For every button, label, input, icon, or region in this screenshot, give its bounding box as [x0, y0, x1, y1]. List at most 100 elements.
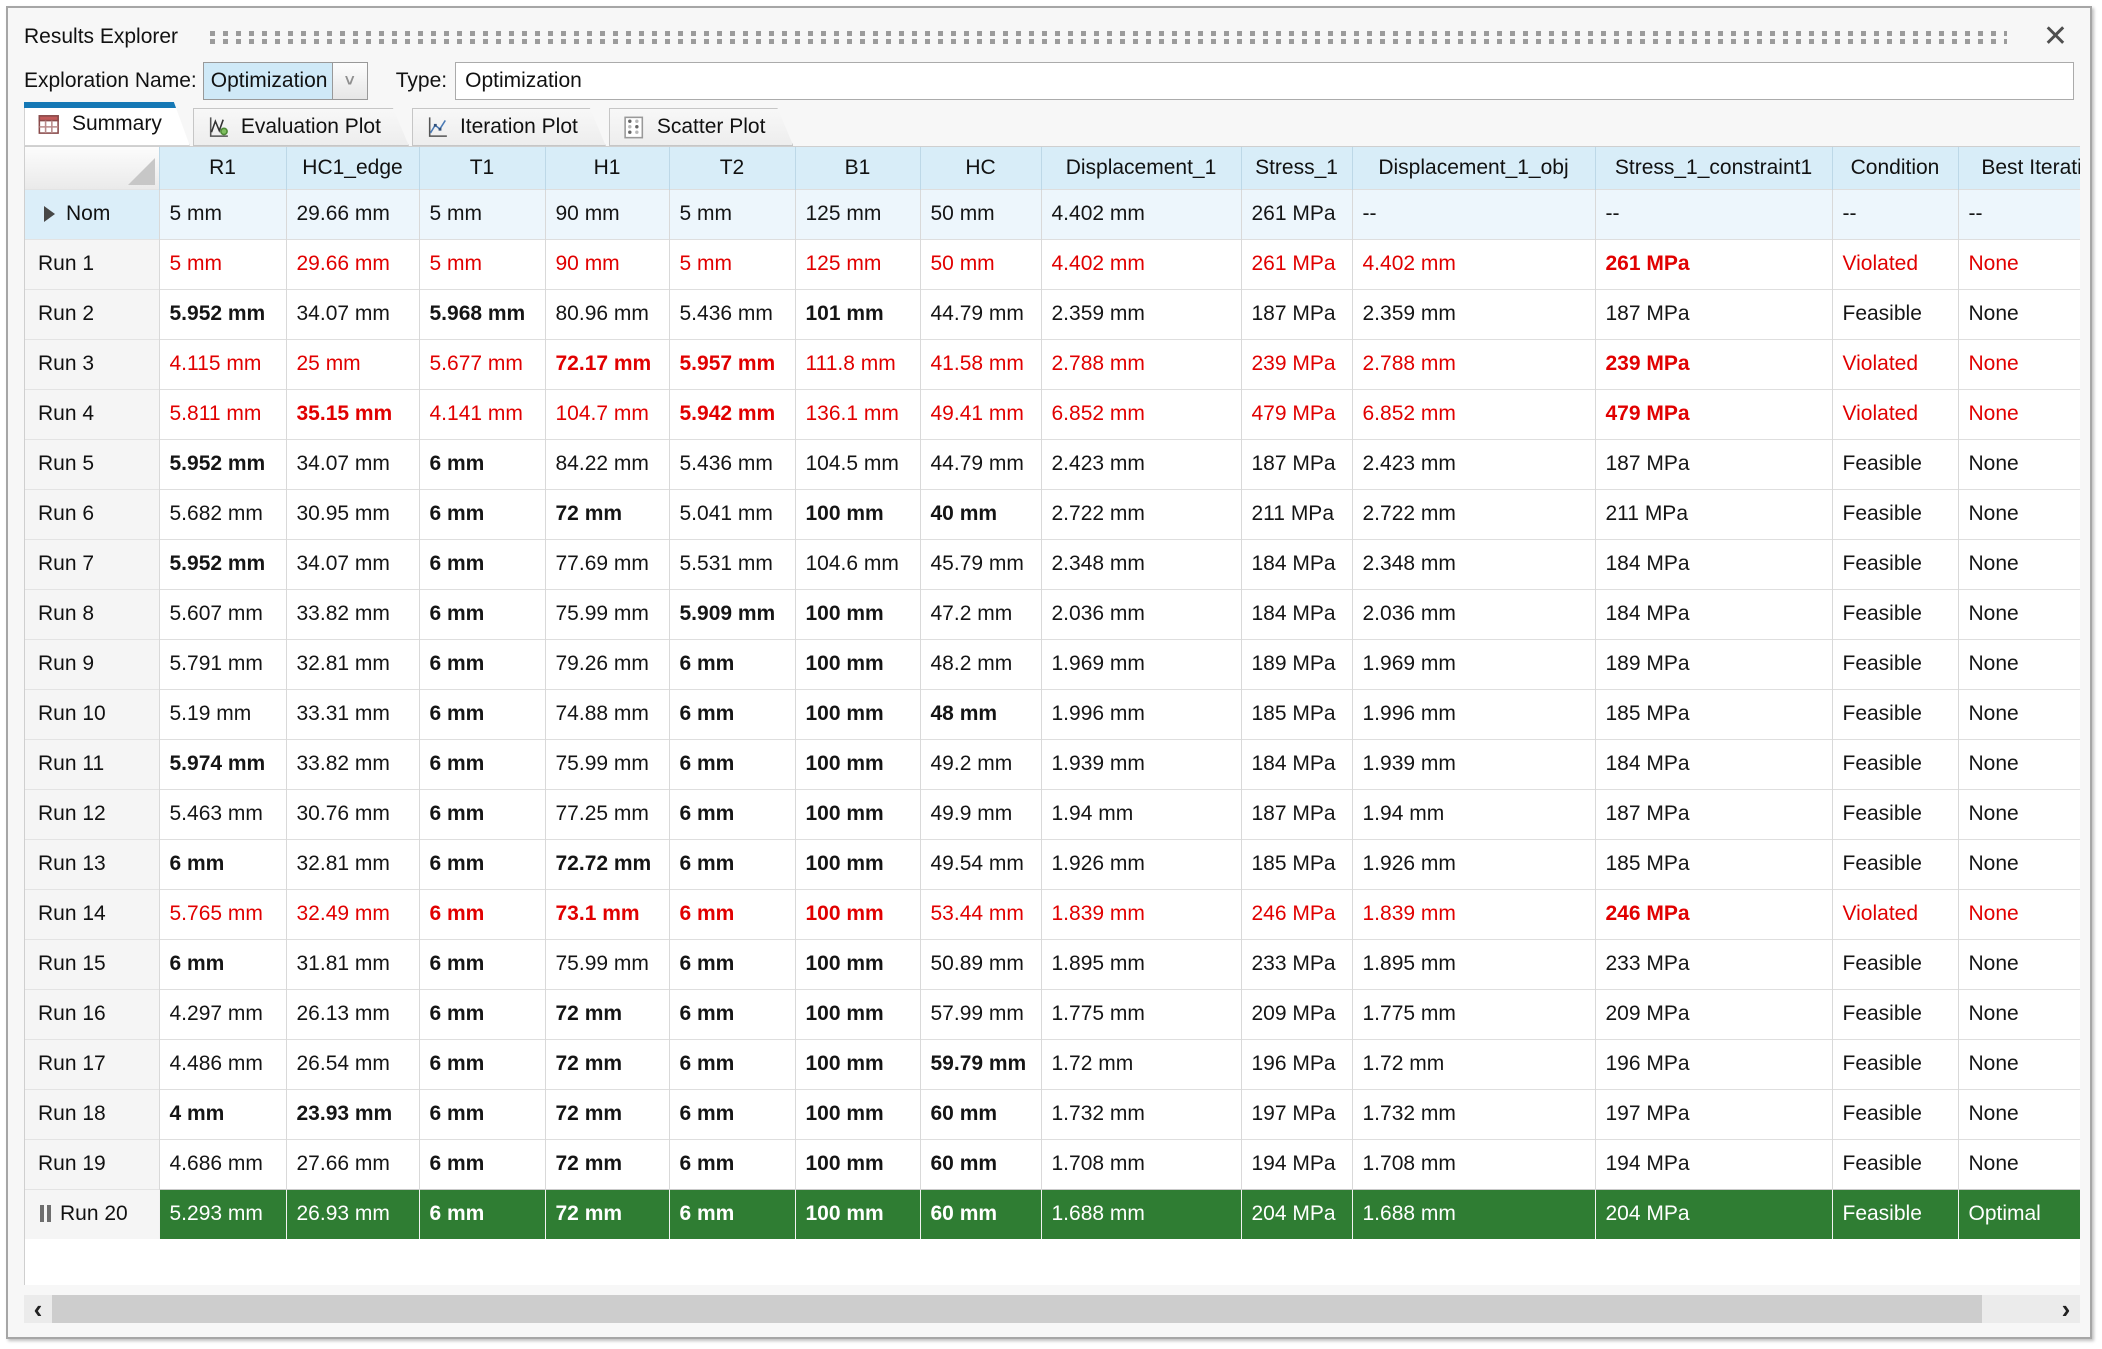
row-label[interactable]: Run 2: [25, 288, 159, 339]
table-cell[interactable]: 72 mm: [544, 988, 669, 1039]
table-cell[interactable]: 5.791 mm: [158, 638, 286, 689]
table-cell[interactable]: 5 mm: [668, 188, 795, 239]
table-cell[interactable]: --: [1831, 188, 1958, 239]
table-cell[interactable]: 75.99 mm: [544, 738, 669, 789]
table-cell[interactable]: 5.952 mm: [158, 538, 286, 589]
table-cell[interactable]: 196 MPa: [1594, 1038, 1832, 1089]
table-cell[interactable]: 261 MPa: [1240, 238, 1352, 289]
table-cell[interactable]: 33.82 mm: [285, 588, 419, 639]
table-cell[interactable]: None: [1957, 288, 2080, 339]
table-cell[interactable]: 26.93 mm: [285, 1188, 419, 1239]
table-cell[interactable]: 29.66 mm: [285, 188, 419, 239]
table-cell[interactable]: 111.8 mm: [794, 338, 920, 389]
row-label[interactable]: Run 14: [25, 888, 159, 939]
table-cell[interactable]: 5 mm: [158, 238, 286, 289]
table-cell[interactable]: 2.348 mm: [1351, 538, 1595, 589]
table-cell[interactable]: None: [1957, 338, 2080, 389]
table-cell[interactable]: 194 MPa: [1594, 1138, 1832, 1189]
table-cell[interactable]: 1.895 mm: [1351, 938, 1595, 989]
table-cell[interactable]: 100 mm: [794, 1188, 920, 1239]
table-cell[interactable]: 30.76 mm: [285, 788, 419, 839]
table-cell[interactable]: 5.463 mm: [158, 788, 286, 839]
table-cell[interactable]: 77.69 mm: [544, 538, 669, 589]
table-cell[interactable]: 5.041 mm: [668, 488, 795, 539]
table-cell[interactable]: 6 mm: [418, 438, 545, 489]
table-cell[interactable]: 6.852 mm: [1040, 388, 1241, 439]
table-cell[interactable]: 1.72 mm: [1351, 1038, 1595, 1089]
table-cell[interactable]: 1.926 mm: [1351, 838, 1595, 889]
tab-scatter-plot[interactable]: Scatter Plot: [609, 108, 794, 146]
row-label[interactable]: Run 20: [25, 1188, 159, 1239]
table-cell[interactable]: 4.141 mm: [418, 388, 545, 439]
table-cell[interactable]: 209 MPa: [1240, 988, 1352, 1039]
table-row-run-17[interactable]: Run 17 4.486 mm 26.54 mm 6 mm 72 mm 6 mm 100 m…: [25, 1038, 2080, 1089]
table-cell[interactable]: 48 mm: [919, 688, 1041, 739]
table-cell[interactable]: 5.811 mm: [158, 388, 286, 439]
table-cell[interactable]: Feasible: [1831, 838, 1958, 889]
table-cell[interactable]: Feasible: [1831, 738, 1958, 789]
table-row-run-14[interactable]: Run 14 5.765 mm 32.49 mm 6 mm 73.1 mm 6 mm 100…: [25, 888, 2080, 939]
table-cell[interactable]: 6 mm: [418, 838, 545, 889]
table-cell[interactable]: 32.49 mm: [285, 888, 419, 939]
table-cell[interactable]: 47.2 mm: [919, 588, 1041, 639]
table-cell[interactable]: 5 mm: [668, 238, 795, 289]
table-cell[interactable]: 40 mm: [919, 488, 1041, 539]
table-cell[interactable]: Feasible: [1831, 288, 1958, 339]
table-cell[interactable]: 57.99 mm: [919, 988, 1041, 1039]
table-row-run-10[interactable]: Run 10 5.19 mm 33.31 mm 6 mm 74.88 mm 6 mm 100…: [25, 688, 2080, 739]
table-cell[interactable]: 184 MPa: [1594, 538, 1832, 589]
table-cell[interactable]: 185 MPa: [1594, 838, 1832, 889]
table-cell[interactable]: 1.72 mm: [1040, 1038, 1241, 1089]
table-cell[interactable]: 6 mm: [668, 1038, 795, 1089]
table-row-run-2[interactable]: Run 2 5.952 mm 34.07 mm 5.968 mm 80.96 mm 5.4…: [25, 288, 2080, 339]
table-cell[interactable]: 75.99 mm: [544, 588, 669, 639]
select-all-corner[interactable]: [25, 147, 159, 189]
table-cell[interactable]: 100 mm: [794, 688, 920, 739]
table-cell[interactable]: 50.89 mm: [919, 938, 1041, 989]
close-icon[interactable]: ✕: [2035, 22, 2076, 52]
drag-handle-dots[interactable]: [210, 30, 2007, 44]
table-cell[interactable]: 1.969 mm: [1040, 638, 1241, 689]
table-cell[interactable]: None: [1957, 538, 2080, 589]
horizontal-scrollbar[interactable]: ‹ ›: [24, 1294, 2080, 1324]
table-cell[interactable]: 44.79 mm: [919, 288, 1041, 339]
table-cell[interactable]: 6 mm: [418, 1088, 545, 1139]
table-cell[interactable]: 23.93 mm: [285, 1088, 419, 1139]
table-cell[interactable]: 6 mm: [668, 938, 795, 989]
table-cell[interactable]: 30.95 mm: [285, 488, 419, 539]
table-cell[interactable]: 187 MPa: [1594, 288, 1832, 339]
row-label[interactable]: Nom: [25, 188, 159, 239]
table-cell[interactable]: 187 MPa: [1240, 788, 1352, 839]
table-cell[interactable]: 204 MPa: [1594, 1188, 1832, 1239]
table-cell[interactable]: None: [1957, 988, 2080, 1039]
table-cell[interactable]: 233 MPa: [1240, 938, 1352, 989]
table-cell[interactable]: 6 mm: [158, 938, 286, 989]
table-cell[interactable]: 184 MPa: [1240, 738, 1352, 789]
table-cell[interactable]: 1.94 mm: [1040, 788, 1241, 839]
table-row-run-20[interactable]: Run 20 5.293 mm 26.93 mm 6 mm 72 mm 6 mm 100 m…: [25, 1188, 2080, 1239]
table-cell[interactable]: Violated: [1831, 888, 1958, 939]
table-cell[interactable]: 101 mm: [794, 288, 920, 339]
table-cell[interactable]: 35.15 mm: [285, 388, 419, 439]
column-header-t2[interactable]: T2: [668, 147, 795, 189]
table-cell[interactable]: 49.54 mm: [919, 838, 1041, 889]
table-cell[interactable]: 49.41 mm: [919, 388, 1041, 439]
row-label[interactable]: Run 15: [25, 938, 159, 989]
table-cell[interactable]: 60 mm: [919, 1088, 1041, 1139]
row-label[interactable]: Run 9: [25, 638, 159, 689]
table-cell[interactable]: 77.25 mm: [544, 788, 669, 839]
table-cell[interactable]: 6 mm: [418, 688, 545, 739]
tab-evaluation-plot[interactable]: Evaluation Plot: [193, 108, 409, 146]
play-icon[interactable]: [44, 206, 55, 222]
column-header-stress_1_constraint1[interactable]: Stress_1_constraint1: [1594, 147, 1832, 189]
table-cell[interactable]: 5.677 mm: [418, 338, 545, 389]
table-cell[interactable]: Feasible: [1831, 488, 1958, 539]
table-cell[interactable]: 104.5 mm: [794, 438, 920, 489]
table-cell[interactable]: 197 MPa: [1594, 1088, 1832, 1139]
table-cell[interactable]: 1.926 mm: [1040, 838, 1241, 889]
row-label[interactable]: Run 12: [25, 788, 159, 839]
table-cell[interactable]: Violated: [1831, 338, 1958, 389]
combo-dropdown-button[interactable]: ˅: [331, 63, 367, 99]
scroll-right-icon[interactable]: ›: [2052, 1294, 2080, 1324]
table-cell[interactable]: 185 MPa: [1240, 838, 1352, 889]
